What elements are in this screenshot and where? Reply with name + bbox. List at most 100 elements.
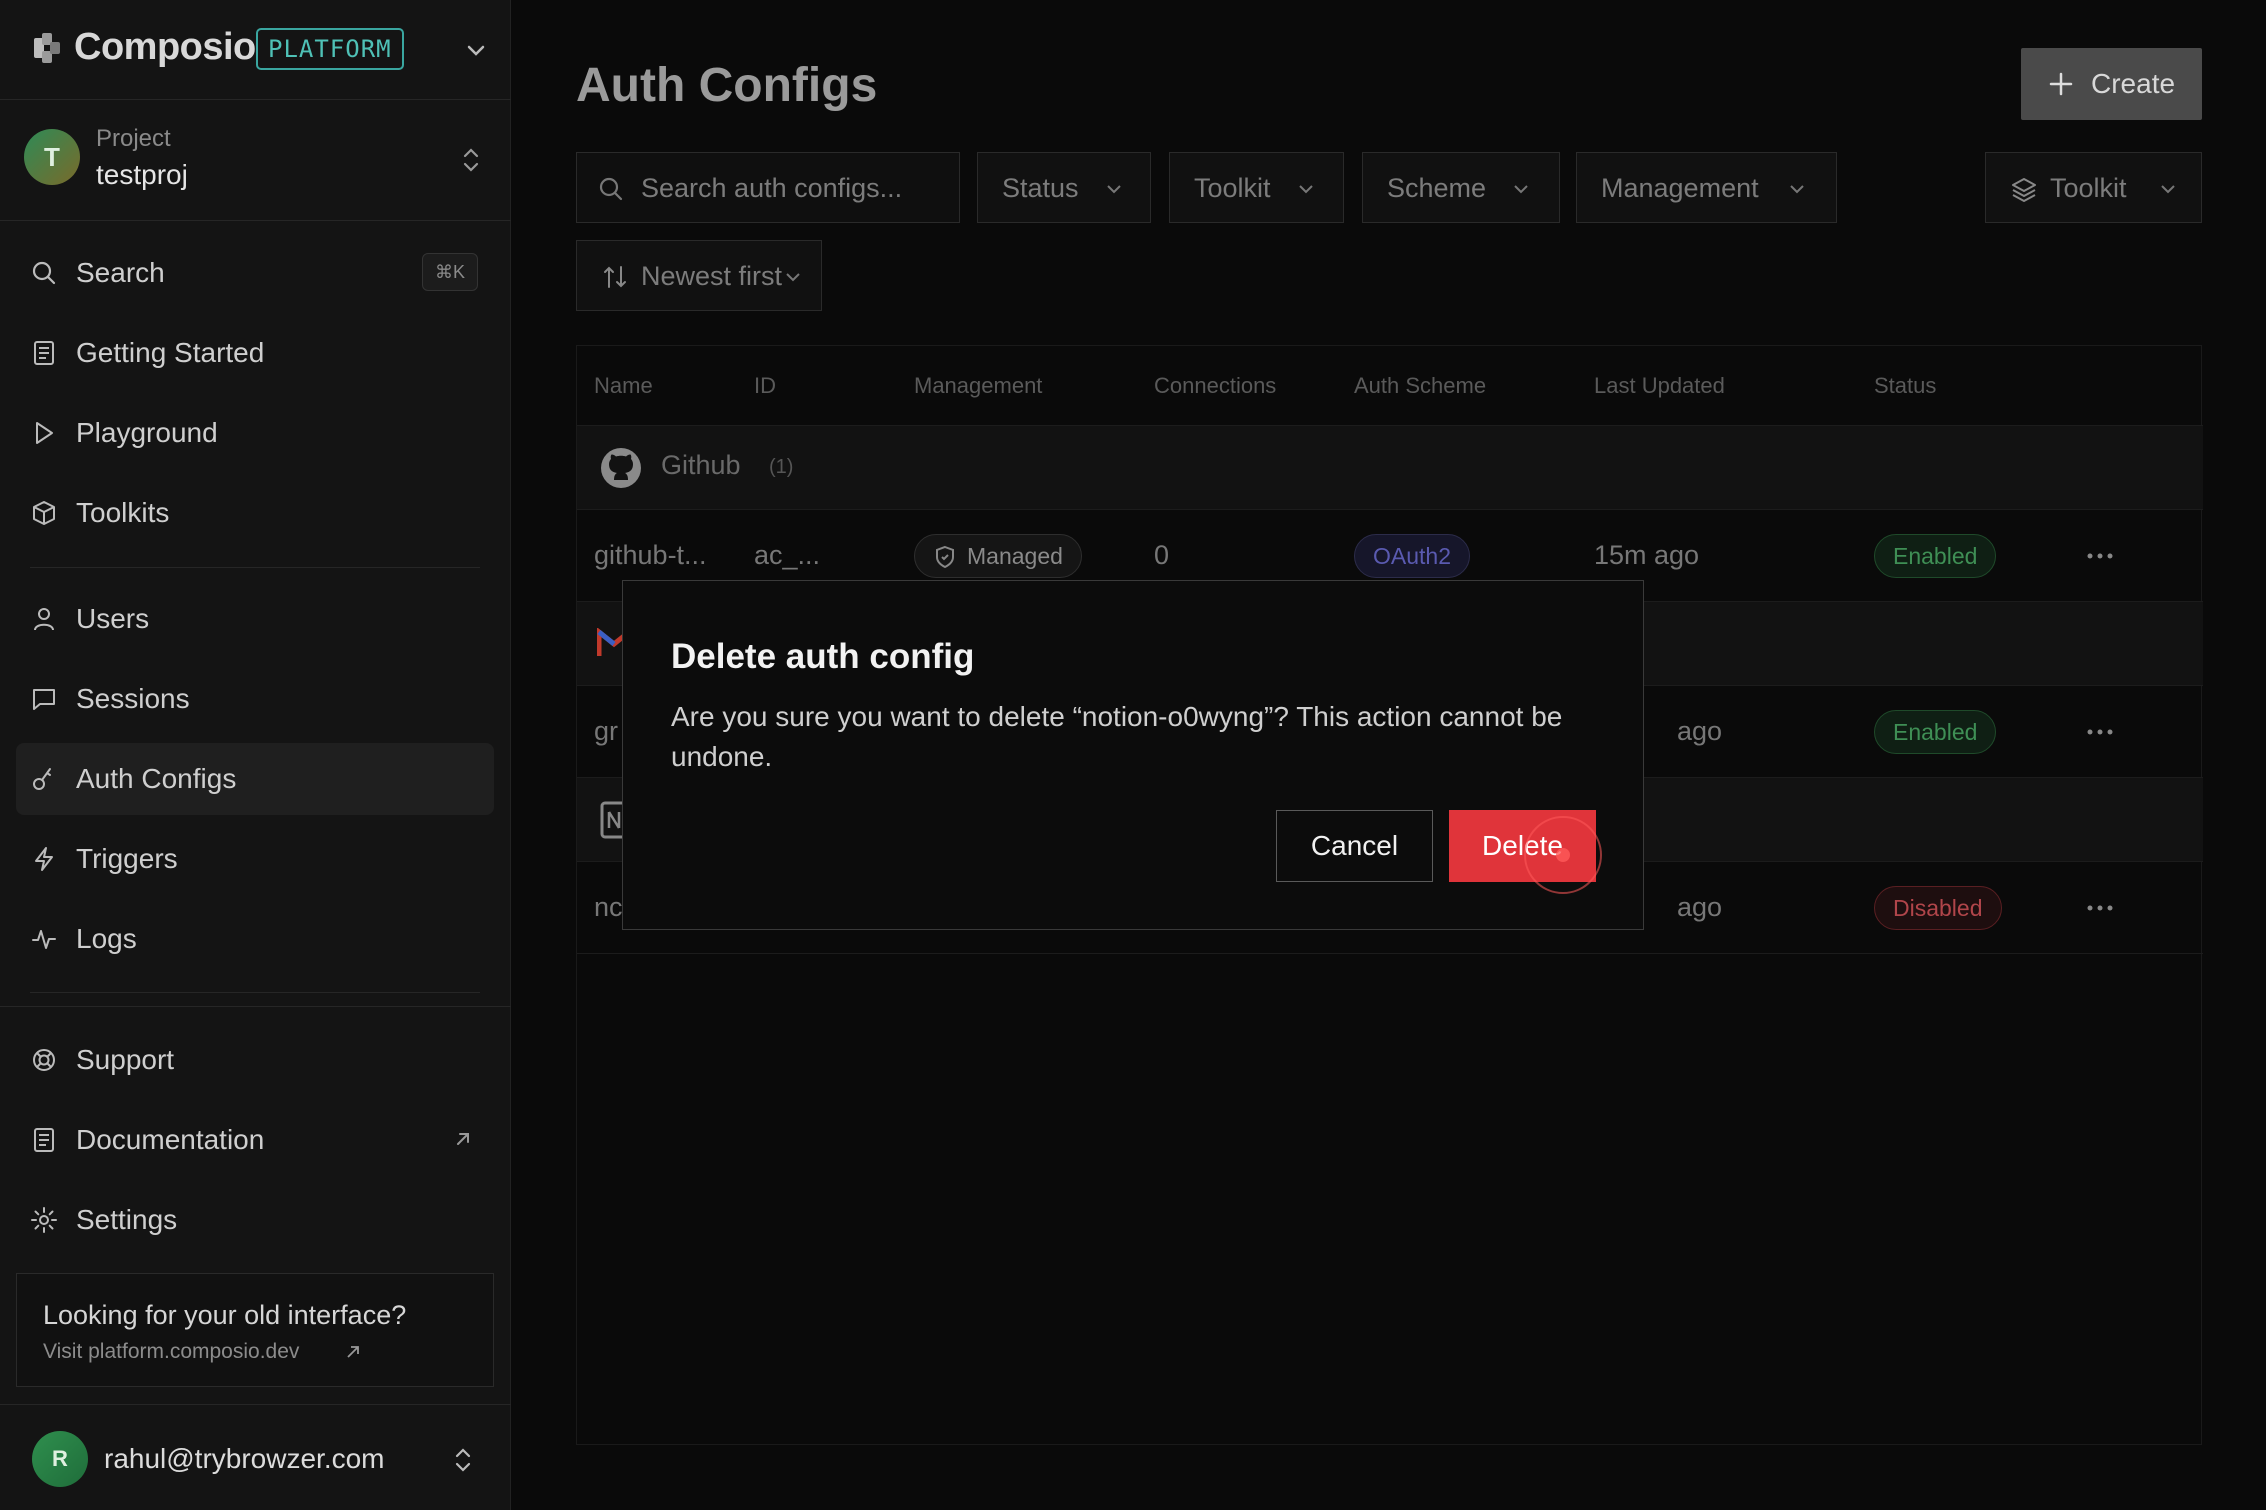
sidebar-item-logs[interactable]: Logs [16,903,494,975]
management-badge: Managed [914,534,1082,578]
sidebar-item-users[interactable]: Users [16,583,494,655]
sidebar-item-documentation[interactable]: Documentation [16,1104,494,1176]
lifebuoy-icon [33,1049,55,1071]
project-switcher[interactable]: T Project testproj [0,101,511,221]
column-header: Status [1874,373,1937,398]
sidebar-item-label: Users [76,603,150,634]
cell-name: github-t... [594,540,707,570]
shortcut-badge: ⌘K [421,253,478,291]
chat-icon [33,689,55,710]
create-button[interactable]: Create [2021,48,2202,120]
sidebar-item-triggers[interactable]: Triggers [16,823,494,895]
sidebar-item-getting-started[interactable]: Getting Started [16,317,494,389]
chevron-down-icon [1299,185,1313,194]
column-header: Name [594,373,653,398]
chevron-updown-icon [455,1448,471,1472]
more-options-icon[interactable] [2087,553,2113,559]
old-interface-card[interactable]: Looking for your old interface? Visit pl… [16,1273,494,1387]
sidebar-divider [30,992,480,993]
sidebar-item-label: Sessions [76,683,190,714]
cursor-dot [1556,848,1570,862]
sidebar-item-settings[interactable]: Settings [16,1184,494,1256]
sidebar-item-support[interactable]: Support [16,1024,494,1096]
composio-logo-icon [34,33,60,63]
brand-name: Composio [74,26,256,68]
status-filter[interactable]: Status [977,152,1151,223]
dialog-message: Are you sure you want to delete “notion-… [671,701,1563,772]
scheme-filter[interactable]: Scheme [1362,152,1560,223]
search-icon [599,177,623,201]
search-icon [32,261,56,285]
project-avatar: T [24,129,80,185]
gear-icon [31,1207,57,1233]
user-icon [34,608,54,631]
more-options-icon[interactable] [2087,729,2113,735]
column-header: ID [754,373,776,398]
delete-dialog: Delete auth config Are you sure you want… [622,580,1644,930]
management-filter[interactable]: Management [1576,152,1837,223]
cell-name: nc [594,892,623,922]
filter-label: Toolkit [1194,173,1271,203]
auth-scheme-badge: OAuth2 [1354,534,1470,578]
sidebar-divider [0,1006,511,1007]
old-interface-title: Looking for your old interface? [43,1300,407,1330]
cell-connections: 0 [1154,540,1170,570]
group-row-github[interactable]: Github (1) [577,426,2203,510]
chevron-down-icon[interactable] [462,36,490,64]
bolt-icon [35,847,53,871]
shield-icon [936,545,954,569]
more-options-icon[interactable] [2087,905,2113,911]
sidebar-item-label: Support [76,1044,175,1075]
cell-name: gr [594,716,619,746]
sort-icon [604,266,626,288]
document-icon [34,341,54,365]
sidebar-item-auth-configs[interactable]: Auth Configs [16,743,494,815]
status-badge: Enabled [1874,534,1997,578]
search-input[interactable] [641,167,941,209]
sort-dropdown[interactable]: Newest first [576,240,822,311]
sidebar-item-label: Logs [76,923,137,954]
cube-icon [33,501,55,525]
sidebar-item-sessions[interactable]: Sessions [16,663,494,735]
search-field[interactable] [576,152,960,223]
filter-label: Scheme [1387,173,1487,203]
filter-label: Management [1601,173,1759,203]
chevron-down-icon [1107,185,1121,194]
play-icon [36,422,53,444]
create-label: Create [2091,68,2176,99]
group-name: Github [661,450,741,480]
user-menu[interactable]: R rahul@trybrowzer.com [0,1404,511,1510]
cell-id: ac_... [754,540,821,570]
column-header: Last Updated [1594,373,1725,398]
chevron-updown-icon [463,148,479,172]
chevron-down-icon [1790,185,1804,194]
old-interface-link[interactable]: Visit platform.composio.dev [43,1340,299,1364]
filter-label: Status [1002,173,1079,203]
toolkit-group-filter[interactable]: Toolkit [1985,152,2202,223]
status-badge: Enabled [1874,710,1997,754]
sidebar-item-playground[interactable]: Playground [16,397,494,469]
brand-header[interactable]: Composio PLATFORM [0,0,511,100]
cancel-button[interactable]: Cancel [1276,810,1433,882]
column-header: Management [914,373,1043,398]
sidebar: Composio PLATFORM T Project testproj Sea… [0,0,511,1510]
activity-icon [32,930,56,949]
key-icon [33,768,51,790]
cell-updated: 15m ago [1594,540,1700,570]
column-header: Connections [1154,373,1277,398]
external-link-icon [457,1133,469,1145]
sidebar-item-label: Playground [76,417,218,448]
management-label: Managed [967,543,1063,569]
status-badge: Disabled [1874,886,2002,930]
sort-label: Newest first [641,261,783,291]
user-avatar: R [32,1431,88,1487]
page-title: Auth Configs [576,59,878,112]
sidebar-item-search[interactable]: Search ⌘K [16,237,494,309]
project-label: Project [96,125,171,152]
sidebar-item-label: Search [76,257,165,288]
column-header: Auth Scheme [1354,373,1487,398]
external-link-icon [347,1346,359,1358]
user-email: rahul@trybrowzer.com [104,1443,385,1474]
sidebar-item-toolkits[interactable]: Toolkits [16,477,494,549]
toolkit-filter[interactable]: Toolkit [1169,152,1344,223]
